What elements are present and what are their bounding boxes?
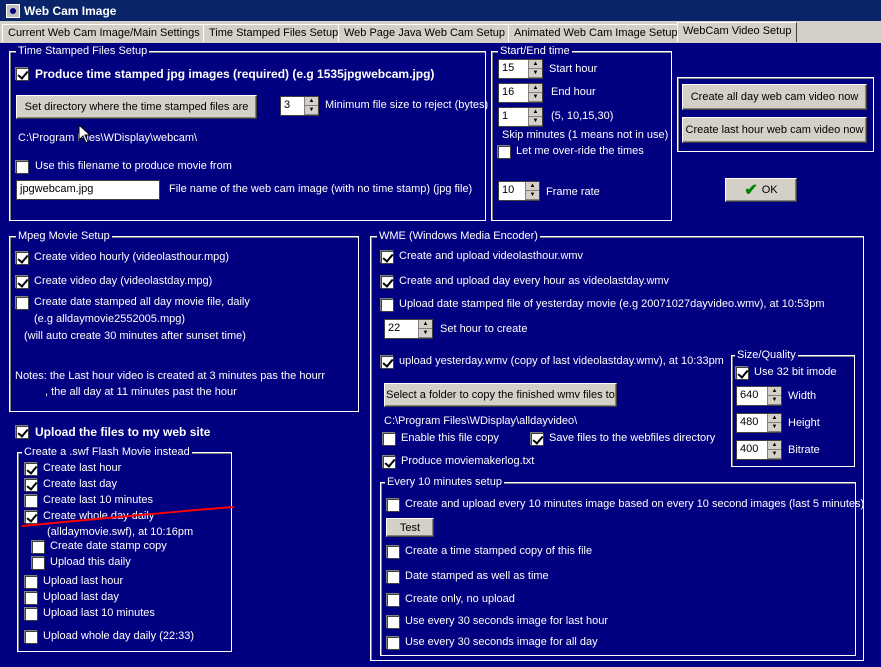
red-underline-annotation	[21, 506, 235, 527]
mouse-cursor-icon	[78, 124, 92, 144]
tab-video-setup[interactable]: WebCam Video Setup	[677, 22, 798, 42]
